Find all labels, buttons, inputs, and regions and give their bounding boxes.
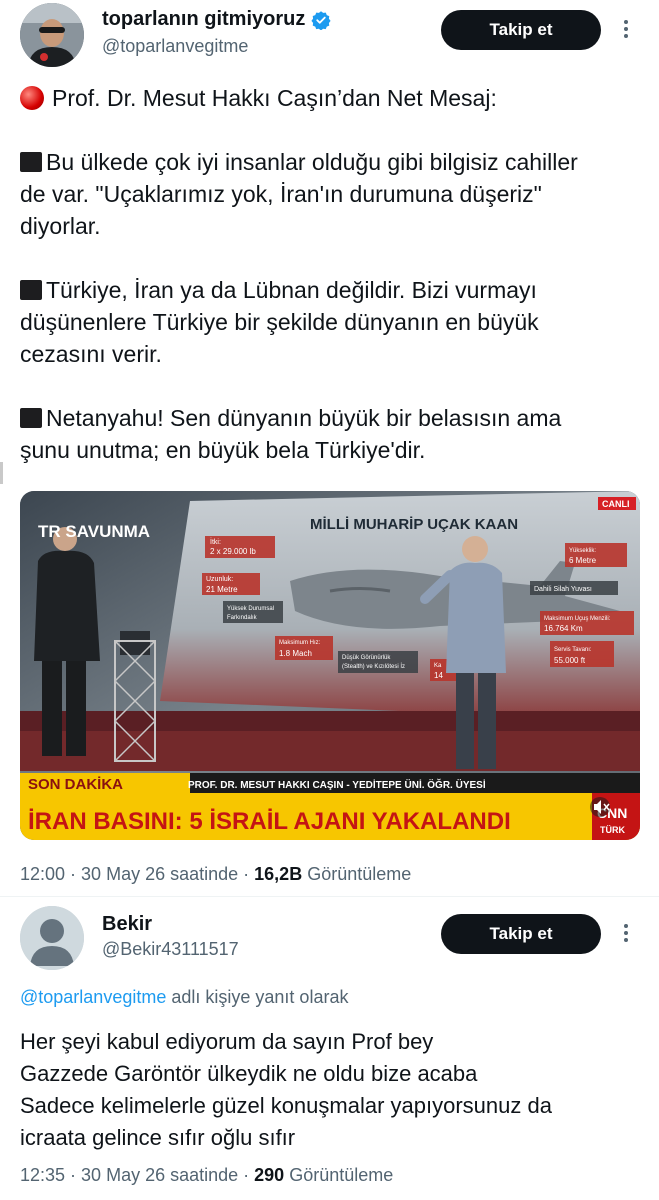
tweet-text-line: Gazzede Garöntör ülkeydik ne oldu bize a…: [20, 1061, 478, 1086]
tweet-text-line: Netanyahu! Sen dünyanın büyük bir belası…: [46, 405, 562, 431]
handle[interactable]: @toparlanvegitme: [102, 36, 248, 57]
tweet-media-video[interactable]: İtki: 2 x 29.000 lb Uzunluk: 21 Metre Yü…: [20, 491, 640, 840]
media-label-dusuk: Düşük Görünürlük: [342, 655, 391, 661]
reply-context: @toparlanvegitme adlı kişiye yanıt olara…: [20, 987, 348, 1008]
black-square-icon: [20, 152, 42, 172]
media-label-durumsal: Yüksek Durumsal: [227, 606, 274, 612]
reply-to-suffix: adlı kişiye yanıt olarak: [171, 987, 349, 1007]
reply-meta: 12:35 · 30 May 26 saatinde · 290 Görüntü…: [20, 1165, 393, 1186]
reply-to-handle[interactable]: @toparlanvegitme: [20, 987, 166, 1007]
media-brand-sub: TÜRK: [600, 825, 625, 835]
tweet-text-line: Bu ülkede çok iyi insanlar olduğu gibi b…: [46, 149, 578, 175]
tweet-text-header: Prof. Dr. Mesut Hakkı Caşın’dan Net Mesa…: [52, 85, 497, 111]
tweet-time[interactable]: 12:35: [20, 1165, 65, 1186]
red-circle-icon: [20, 86, 44, 110]
reply-author-name-row: Bekir: [102, 913, 152, 936]
tweet-text-line: diyorlar.: [20, 213, 101, 239]
reply-text: Her şeyi kabul ediyorum da sayın Prof be…: [20, 1026, 640, 1154]
media-label-yukseklik-value: 6 Metre: [569, 556, 597, 565]
media-label-itki: İtki:: [210, 537, 221, 546]
more-options-icon[interactable]: [616, 918, 636, 948]
media-label-maks-hiz: Maksimum Hız:: [279, 640, 321, 646]
media-label-servis: Servis Tavanı:: [554, 647, 592, 653]
media-label-servis-value: 55.000 ft: [554, 656, 586, 665]
follow-button[interactable]: Takip et: [441, 914, 601, 954]
black-square-icon: [20, 408, 42, 428]
black-square-icon: [20, 280, 42, 300]
display-name[interactable]: toparlanın gitmiyoruz: [102, 8, 305, 31]
media-headline: İRAN BASINI: 5 İSRAİL AJANI YAKALANDI: [28, 808, 511, 835]
tweet-text: Prof. Dr. Mesut Hakkı Caşın’dan Net Mesa…: [20, 82, 640, 466]
media-guest-caption: PROF. DR. MESUT HAKKI CAŞIN - YEDİTEPE Ü…: [188, 778, 486, 791]
views-label: Görüntüleme: [289, 1165, 394, 1185]
tweet-text-line: Sadece kelimelerle güzel konuşmalar yapı…: [20, 1093, 552, 1118]
default-avatar-icon[interactable]: [20, 906, 84, 970]
views-label: Görüntüleme: [307, 864, 412, 884]
media-label-kanat-value: 14: [434, 671, 443, 680]
tweet-date[interactable]: 30 May 26 saatinde: [81, 864, 238, 885]
media-label-maks-hiz-value: 1.8 Mach: [279, 649, 312, 658]
media-label-yukseklik: Yükseklik:: [569, 548, 596, 554]
media-label-menzil-value: 16.764 Km: [544, 624, 583, 633]
tweet-main: toparlanın gitmiyoruz @toparlanvegitme T…: [0, 0, 659, 896]
tweet-text-line: Her şeyi kabul ediyorum da sayın Prof be…: [20, 1029, 434, 1054]
media-screen-title: MİLLİ MUHARİP UÇAK KAAN: [310, 516, 518, 533]
media-label-menzil: Maksimum Uçuş Menzili:: [544, 616, 611, 622]
media-label-itki-value: 2 x 29.000 lb: [210, 547, 256, 556]
tweet-text-line: cezasını verir.: [20, 341, 162, 367]
media-label-dahili: Dahili Silah Yuvası: [534, 586, 592, 593]
follow-button[interactable]: Takip et: [441, 10, 601, 50]
tweet-text-line: şunu unutma; en büyük bela Türkiye'dir.: [20, 437, 426, 463]
display-name[interactable]: Bekir: [102, 913, 152, 936]
media-label-kanat: Ka: [434, 663, 442, 669]
avatar[interactable]: [20, 3, 84, 67]
views-count: 16,2B: [254, 864, 303, 884]
tweet-time[interactable]: 12:00: [20, 864, 65, 885]
tweet-text-line: düşünenlere Türkiye bir şekilde dünyanın…: [20, 309, 539, 335]
views-count: 290: [254, 1165, 285, 1185]
tweet-text-line: de var. "Uçaklarımız yok, İran'ın durumu…: [20, 181, 542, 207]
media-label-uzunluk: Uzunluk:: [206, 576, 233, 583]
media-channel-logo: TR SAVUNMA: [38, 522, 150, 541]
meta-separator: ·: [243, 864, 250, 884]
media-label-farkindalik: Farkındalık: [227, 615, 258, 621]
tweet-text-line: icraata gelince sıfır oğlu sıfır: [20, 1125, 296, 1150]
meta-separator: ·: [70, 1165, 77, 1185]
media-live-badge: CANLI: [602, 499, 630, 509]
mute-icon[interactable]: [590, 797, 610, 817]
tweet-date[interactable]: 30 May 26 saatinde: [81, 1165, 238, 1186]
tweet-meta: 12:00 · 30 May 26 saatinde · 16,2B Görün…: [20, 864, 411, 885]
meta-separator: ·: [243, 1165, 250, 1185]
author-name-row: toparlanın gitmiyoruz: [102, 8, 331, 31]
verified-badge-icon: [311, 10, 331, 30]
handle[interactable]: @Bekir43111517: [102, 939, 239, 960]
meta-separator: ·: [70, 864, 77, 884]
media-label-uzunluk-value: 21 Metre: [206, 585, 238, 594]
more-options-icon[interactable]: [616, 14, 636, 44]
media-son-dakika: SON DAKİKA: [28, 776, 123, 793]
media-label-stealth: (Stealth) ve Kızılötesi İz: [342, 663, 405, 670]
tweet-text-line: Türkiye, İran ya da Lübnan değildir. Biz…: [46, 277, 537, 303]
scroll-edge-marker: [0, 462, 3, 484]
